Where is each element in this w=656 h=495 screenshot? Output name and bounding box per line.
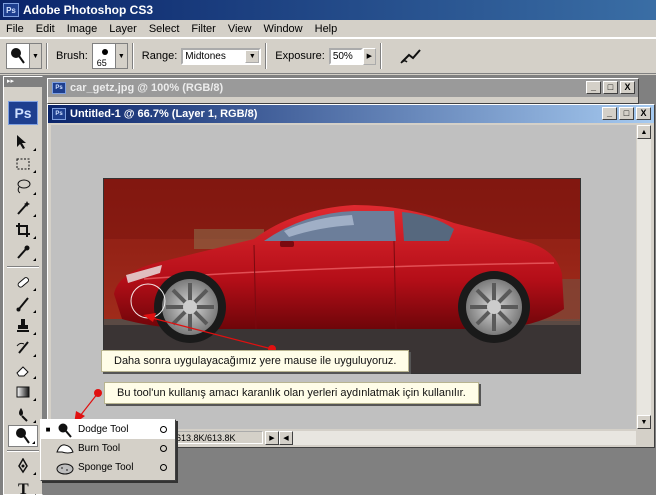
brush-tool-icon[interactable] <box>8 293 38 315</box>
radio-indicator-icon <box>160 426 167 433</box>
svg-text:T: T <box>18 481 29 495</box>
dodge-tool-icon <box>56 422 74 438</box>
toolbox-grip[interactable]: ▸▸ <box>4 77 42 87</box>
marquee-tool-icon[interactable] <box>8 153 38 175</box>
separator <box>7 266 39 268</box>
tool-flyout-menu: ■ Dodge Tool Burn Tool Sponge Tool <box>40 419 176 481</box>
history-brush-icon[interactable] <box>8 337 38 359</box>
callout-purpose: Bu tool'un kullanış amacı karanlık olan … <box>104 382 479 404</box>
flyout-item-label: Dodge Tool <box>78 424 129 435</box>
magic-wand-icon[interactable] <box>8 197 38 219</box>
clone-stamp-icon[interactable] <box>8 315 38 337</box>
dodge-tool-icon[interactable] <box>8 425 38 447</box>
lasso-tool-icon[interactable] <box>8 175 38 197</box>
type-tool-icon[interactable]: T <box>8 477 38 495</box>
eraser-icon[interactable] <box>8 359 38 381</box>
crop-tool-icon[interactable] <box>8 219 38 241</box>
radio-indicator-icon <box>160 445 167 452</box>
flyout-item-burn-tool[interactable]: Burn Tool <box>41 439 175 458</box>
move-tool-icon[interactable] <box>8 131 38 153</box>
flyout-item-sponge-tool[interactable]: Sponge Tool <box>41 458 175 477</box>
gradient-tool-icon[interactable] <box>8 381 38 403</box>
toolbox: ▸▸ Ps T <box>3 76 43 495</box>
radio-indicator-icon <box>160 464 167 471</box>
photoshop-app: Ps Adobe Photoshop CS3 File Edit Image L… <box>0 0 656 495</box>
toolbox-logo: Ps <box>8 101 38 125</box>
blur-tool-icon[interactable] <box>8 403 38 425</box>
healing-brush-icon[interactable] <box>8 271 38 293</box>
selected-marker: ■ <box>45 425 51 434</box>
pen-tool-icon[interactable] <box>8 455 38 477</box>
sponge-tool-icon <box>56 460 74 476</box>
eyedropper-icon[interactable] <box>8 241 38 263</box>
burn-tool-icon <box>56 441 74 457</box>
flyout-item-label: Burn Tool <box>78 443 121 454</box>
flyout-item-label: Sponge Tool <box>78 462 134 473</box>
callout-apply: Daha sonra uygulayacağımız yere mause il… <box>101 350 410 372</box>
separator <box>7 450 39 452</box>
flyout-item-dodge-tool[interactable]: ■ Dodge Tool <box>41 420 175 439</box>
